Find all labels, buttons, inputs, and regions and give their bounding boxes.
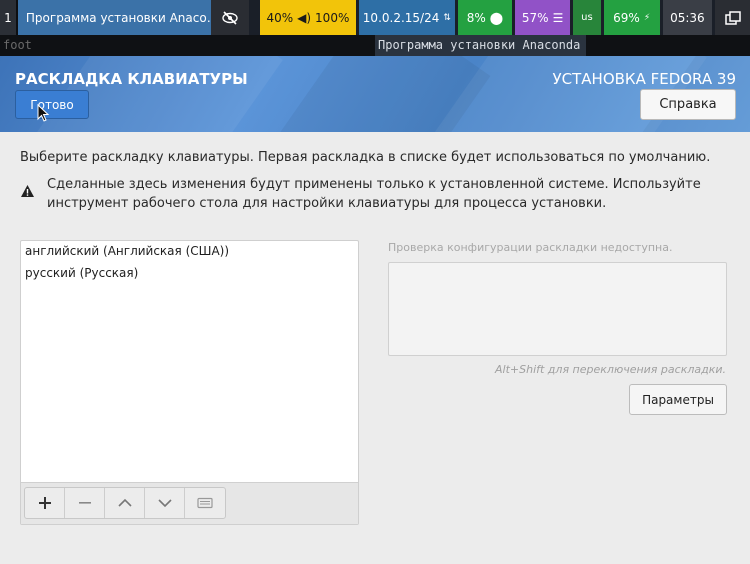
add-layout-button[interactable] <box>25 488 65 518</box>
keyboard-layout-indicator[interactable]: us <box>572 0 601 35</box>
done-button[interactable]: Готово <box>15 90 89 119</box>
cpu-icon: ⬤ <box>489 10 504 25</box>
memory-icon: ☰ <box>552 10 564 25</box>
instruction-text: Выберите раскладку клавиатуры. Первая ра… <box>20 150 711 165</box>
switch-hint: Alt+Shift для переключения раскладки. <box>495 363 726 376</box>
app-title: Программа установки Anaconda <box>375 35 587 56</box>
status-bar: 1 Программа установки Anaco… 40% ◀) 100%… <box>0 0 750 35</box>
preview-layout-button[interactable] <box>185 488 225 518</box>
layout-list[interactable]: английский (Английская (США)) русский (Р… <box>20 240 359 525</box>
window-title[interactable]: Программа установки Anaco… <box>17 0 219 35</box>
audio-brightness-segment[interactable]: 40% ◀) 100% <box>259 0 357 35</box>
chevron-up-icon <box>117 498 132 507</box>
warning-icon <box>21 185 34 197</box>
mouse-cursor-icon <box>37 104 49 122</box>
options-button[interactable]: Параметры <box>629 384 727 415</box>
memory-segment[interactable]: 57% ☰ <box>515 0 570 35</box>
volume-value: 40% <box>266 10 294 25</box>
memory-value: 57% <box>521 10 549 25</box>
plus-icon <box>38 497 51 509</box>
app-title-bar: foot Программа установки Anaconda <box>0 35 750 56</box>
minus-icon <box>78 502 91 504</box>
spoke-header: РАСКЛАДКА КЛАВИАТУРЫ УСТАНОВКА FEDORA 39… <box>0 56 750 132</box>
window-title-text: Программа установки Anaco… <box>25 10 219 25</box>
move-up-button[interactable] <box>105 488 145 518</box>
help-button[interactable]: Справка <box>640 89 736 120</box>
layout-button-group <box>24 487 226 519</box>
keyboard-icon <box>197 497 213 509</box>
network-icon: ⇅ <box>443 12 451 23</box>
cpu-segment[interactable]: 8% ⬤ <box>457 0 513 35</box>
remove-layout-button[interactable] <box>65 488 105 518</box>
windows-icon[interactable] <box>715 0 750 35</box>
page-title: РАСКЛАДКА КЛАВИАТУРЫ <box>15 70 248 88</box>
ip-address: 10.0.2.15/24 <box>362 10 440 25</box>
clock-text: 05:36 <box>670 10 705 25</box>
workspace-indicator[interactable]: 1 <box>0 0 18 35</box>
chevron-down-icon <box>157 499 172 508</box>
layout-toolbar <box>21 482 358 524</box>
speaker-icon: ◀) <box>297 10 312 25</box>
move-down-button[interactable] <box>145 488 185 518</box>
product-title: УСТАНОВКА FEDORA 39 <box>552 70 737 88</box>
clock[interactable]: 05:36 <box>662 0 713 35</box>
terminal-label: foot <box>3 38 32 52</box>
battery-segment[interactable]: 69% ⚡ <box>603 0 660 35</box>
warning-text: Сделанные здесь изменения будут применен… <box>47 177 701 211</box>
workspace-number: 1 <box>4 10 12 25</box>
layout-test-area[interactable] <box>388 262 727 356</box>
layout-code: us <box>581 12 593 23</box>
list-item[interactable]: русский (Русская) <box>21 263 358 285</box>
battery-icon: ⚡ <box>643 12 651 23</box>
brightness-value: 100% <box>315 10 350 25</box>
cpu-value: 8% <box>466 10 486 25</box>
battery-value: 69% <box>613 10 640 25</box>
eye-slash-icon[interactable] <box>210 0 249 35</box>
list-item[interactable]: английский (Английская (США)) <box>21 241 358 263</box>
network-segment[interactable]: 10.0.2.15/24 ⇅ <box>359 0 455 35</box>
preview-unavailable-label: Проверка конфигурации раскладки недоступ… <box>388 241 673 254</box>
